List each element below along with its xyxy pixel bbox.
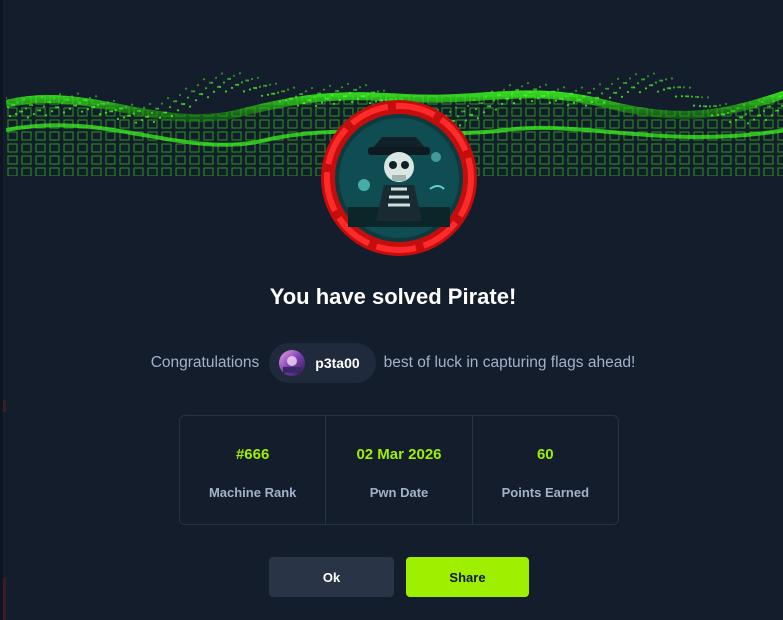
stat-label: Pwn Date — [369, 485, 429, 500]
username: p3ta00 — [315, 355, 360, 371]
stat-points-earned: 60 Points Earned — [471, 416, 618, 524]
share-button[interactable]: Share — [406, 557, 529, 597]
stat-machine-rank: #666 Machine Rank — [180, 416, 325, 524]
stat-label: Machine Rank — [208, 485, 297, 500]
congrats-line: Congratulations p3ta00 best of luck in c… — [3, 343, 783, 383]
user-chip[interactable]: p3ta00 — [269, 343, 376, 383]
stat-value: 02 Mar 2026 — [356, 446, 442, 463]
congrats-suffix: best of luck in capturing flags ahead! — [383, 354, 636, 371]
stats-panel: #666 Machine Rank 02 Mar 2026 Pwn Date 6… — [179, 415, 619, 525]
stat-value: 60 — [536, 446, 554, 463]
stat-label: Points Earned — [501, 485, 590, 500]
ok-button[interactable]: Ok — [269, 557, 394, 597]
stat-value: #666 — [235, 446, 270, 463]
edge-marker — [3, 578, 6, 620]
congrats-prefix: Congratulations — [150, 354, 260, 371]
stat-pwn-date: 02 Mar 2026 Pwn Date — [325, 416, 471, 524]
avatar — [279, 350, 306, 376]
edge-marker — [3, 400, 6, 412]
page-title: You have solved Pirate! — [269, 284, 517, 309]
solved-modal: You have solved Pirate! Congratulations — [0, 0, 783, 620]
pirate-badge-icon — [318, 97, 480, 259]
